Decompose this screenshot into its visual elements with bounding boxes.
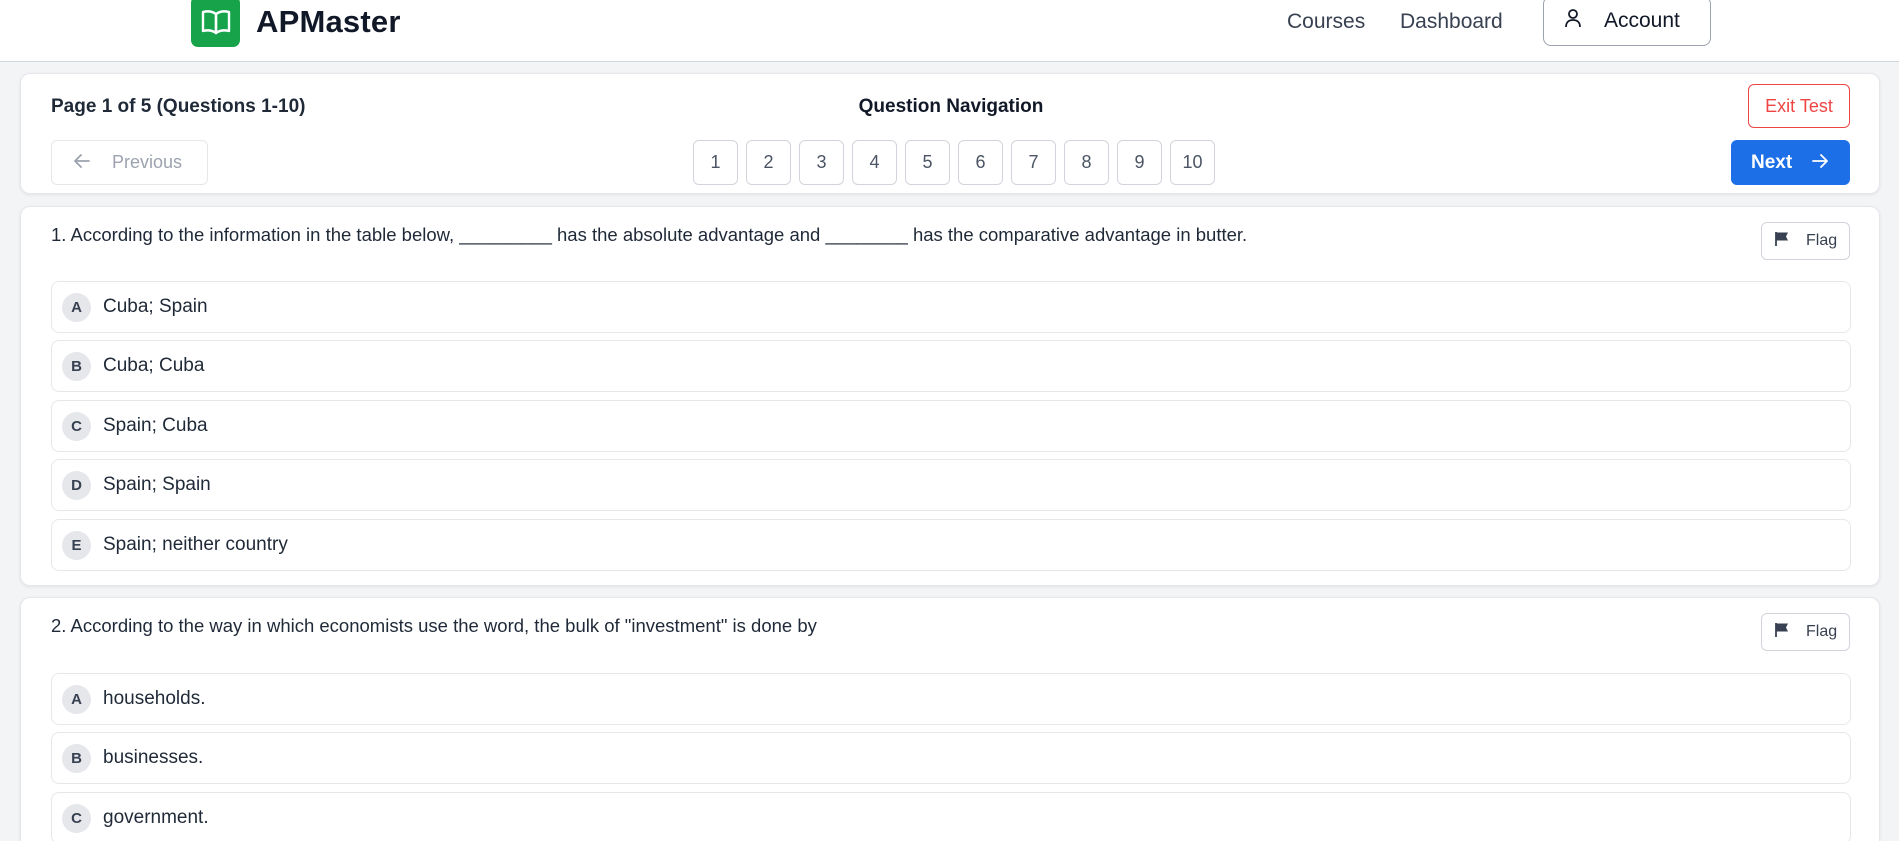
answer-option-b[interactable]: B Cuba; Cuba — [51, 340, 1851, 392]
flag-button[interactable]: Flag — [1761, 222, 1850, 260]
question-text: 1. According to the information in the t… — [51, 224, 1248, 245]
arrow-right-icon — [1812, 152, 1829, 174]
answer-option-a[interactable]: A Cuba; Spain — [51, 281, 1851, 333]
option-text: government. — [103, 807, 209, 828]
user-icon — [1564, 8, 1582, 34]
option-text: Cuba; Cuba — [103, 355, 205, 376]
answer-option-c[interactable]: C Spain; Cuba — [51, 400, 1851, 452]
flag-label: Flag — [1806, 623, 1838, 640]
brand-name[interactable]: APMaster — [256, 4, 401, 40]
page-button-1[interactable]: 1 — [693, 140, 738, 185]
page-button-8[interactable]: 8 — [1064, 140, 1109, 185]
page-button-5[interactable]: 5 — [905, 140, 950, 185]
option-letter: E — [62, 530, 91, 560]
page-button-3[interactable]: 3 — [799, 140, 844, 185]
top-navbar: APMaster Courses Dashboard Account — [0, 0, 1899, 62]
question-navigation-title: Question Navigation — [858, 96, 1044, 117]
option-text: Spain; neither country — [103, 534, 288, 555]
account-label: Account — [1604, 9, 1680, 32]
previous-label: Previous — [112, 152, 183, 172]
option-text: businesses. — [103, 747, 204, 768]
page-button-6[interactable]: 6 — [958, 140, 1003, 185]
page-button-4[interactable]: 4 — [852, 140, 897, 185]
option-text: Spain; Spain — [103, 474, 211, 495]
page-button-7[interactable]: 7 — [1011, 140, 1056, 185]
answer-option-b[interactable]: B businesses. — [51, 732, 1851, 784]
flag-icon — [1774, 622, 1790, 643]
page-button-2[interactable]: 2 — [746, 140, 791, 185]
nav-courses-link[interactable]: Courses — [1287, 10, 1365, 34]
next-label: Next — [1751, 151, 1793, 173]
option-letter: C — [62, 411, 91, 441]
question-text: 2. According to the way in which economi… — [51, 615, 817, 636]
answer-option-e[interactable]: E Spain; neither country — [51, 519, 1851, 571]
option-letter: A — [62, 684, 91, 714]
option-text: Spain; Cuba — [103, 415, 208, 436]
option-letter: A — [62, 292, 91, 322]
option-letter: D — [62, 470, 91, 500]
flag-icon — [1774, 231, 1790, 252]
option-text: households. — [103, 688, 206, 709]
account-button[interactable]: Account — [1543, 0, 1711, 46]
question-navigation-panel: Page 1 of 5 (Questions 1-10) Question Na… — [20, 73, 1880, 194]
question-card-1: 1. According to the information in the t… — [20, 206, 1880, 586]
flag-button[interactable]: Flag — [1761, 613, 1850, 651]
next-button[interactable]: Next — [1731, 140, 1850, 185]
flag-label: Flag — [1806, 232, 1838, 249]
option-letter: B — [62, 351, 91, 381]
option-letter: C — [62, 803, 91, 833]
question-card-2: 2. According to the way in which economi… — [20, 597, 1880, 841]
answer-option-a[interactable]: A households. — [51, 673, 1851, 725]
arrow-left-icon — [74, 152, 90, 173]
answer-option-d[interactable]: D Spain; Spain — [51, 459, 1851, 511]
exit-test-button[interactable]: Exit Test — [1748, 84, 1850, 128]
nav-dashboard-link[interactable]: Dashboard — [1400, 10, 1503, 34]
page-number-list: 1 2 3 4 5 6 7 8 9 10 — [693, 140, 1215, 185]
book-icon[interactable] — [191, 0, 240, 47]
previous-button[interactable]: Previous — [51, 140, 208, 185]
option-letter: B — [62, 743, 91, 773]
page-button-10[interactable]: 10 — [1170, 140, 1215, 185]
page-button-9[interactable]: 9 — [1117, 140, 1162, 185]
answer-option-c[interactable]: C government. — [51, 792, 1851, 841]
option-text: Cuba; Spain — [103, 296, 208, 317]
